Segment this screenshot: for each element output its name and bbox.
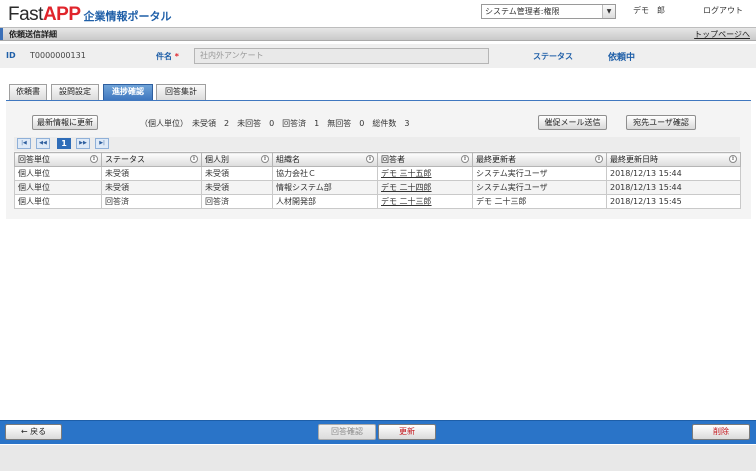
update-button[interactable]: 更新: [378, 424, 436, 440]
column-header[interactable]: 回答単位 ⇕: [14, 152, 102, 167]
column-header-label: 回答単位: [18, 155, 50, 164]
column-header-label: 最終更新日時: [610, 155, 658, 164]
column-header[interactable]: 組織名 ⇕: [272, 152, 378, 167]
pager-bar: [14, 137, 740, 151]
table-cell: 協力会社Ｃ: [272, 166, 378, 181]
id-value: T0000000131: [30, 51, 86, 60]
recipient-confirm-button[interactable]: 宛先ユーザ確認: [626, 115, 696, 130]
column-header[interactable]: ステータス ⇕: [101, 152, 202, 167]
column-header-label: 組織名: [276, 155, 300, 164]
tab-progress[interactable]: 進捗確認: [103, 84, 153, 100]
table-header-row: 回答単位 ⇕ ステータス ⇕ 個人別 ⇕ 組織名 ⇕ 回答者 ⇕ 最終更新者 ⇕ 最終更新日…: [14, 152, 741, 167]
logout-link[interactable]: ログアウト: [703, 5, 743, 16]
sort-icon[interactable]: ⇕: [729, 155, 737, 163]
logo-subtitle: 企業情報ポータル: [83, 10, 172, 23]
tab-aggregation[interactable]: 回答集計: [156, 84, 206, 100]
logo-fast-text: Fast: [8, 4, 43, 25]
sort-icon[interactable]: ⇕: [366, 155, 374, 163]
table-cell: 人材開発部: [272, 194, 378, 209]
table-cell: 未受領: [201, 166, 273, 181]
sort-icon[interactable]: ⇕: [461, 155, 469, 163]
chevron-down-icon[interactable]: ▼: [602, 5, 615, 18]
first-page-icon[interactable]: |◀: [17, 138, 31, 149]
column-header[interactable]: 最終更新者 ⇕: [472, 152, 607, 167]
next-page-icon[interactable]: ▶▶: [76, 138, 90, 149]
page-number-current[interactable]: 1: [57, 138, 71, 149]
table-cell: 情報システム部: [272, 180, 378, 195]
table-cell: 未受領: [201, 180, 273, 195]
sort-icon[interactable]: ⇕: [595, 155, 603, 163]
app-logo: Fast APP 企業情報ポータル: [8, 4, 172, 28]
answer-confirm-button[interactable]: 回答確認: [318, 424, 376, 440]
bottom-area: [0, 445, 756, 471]
sort-icon[interactable]: ⇕: [190, 155, 198, 163]
column-header-label: 最終更新者: [476, 155, 516, 164]
tab-question-settings[interactable]: 設問設定: [51, 84, 99, 100]
respondent-link[interactable]: デモ 三十五郎: [377, 166, 473, 181]
subject-input: 社内外アンケート: [194, 48, 489, 64]
table-cell: 2018/12/13 15:44: [606, 166, 741, 181]
column-header-label: 回答者: [381, 155, 405, 164]
sort-icon[interactable]: ⇕: [261, 155, 269, 163]
table-cell: 個人単位: [14, 166, 102, 181]
progress-summary: （個人単位） 未受領 2 未回答 0 回答済 1 無回答 0 総件数 3: [140, 119, 410, 128]
column-header[interactable]: 個人別 ⇕: [201, 152, 273, 167]
respondent-link[interactable]: デモ 二十三郎: [377, 194, 473, 209]
tab-request[interactable]: 依頼書: [9, 84, 47, 100]
respondent-link[interactable]: デモ 二十四郎: [377, 180, 473, 195]
title-bar: 依頼送信詳細 トップページへ: [0, 27, 756, 41]
table-cell: 回答済: [201, 194, 273, 209]
prev-page-icon[interactable]: ◀◀: [36, 138, 50, 149]
table-cell: 未受領: [101, 180, 202, 195]
status-label: ステータス: [533, 52, 573, 61]
logo-app-text: APP: [42, 4, 81, 25]
info-row: ID T0000000131 件名 * 社内外アンケート ステータス 依頼中: [0, 44, 756, 68]
column-header-label: ステータス: [105, 155, 145, 164]
last-page-icon[interactable]: ▶|: [95, 138, 109, 149]
column-header[interactable]: 最終更新日時 ⇕: [606, 152, 741, 167]
table-cell: デモ 二十三郎: [472, 194, 607, 209]
table-row: 個人単位 未受領 未受領 協力会社Ｃ デモ 三十五郎 システム実行ユーザ 201…: [14, 166, 741, 181]
table-cell: 個人単位: [14, 180, 102, 195]
table-cell: 2018/12/13 15:45: [606, 194, 741, 209]
table-cell: 2018/12/13 15:44: [606, 180, 741, 195]
table-row: 個人単位 未受領 未受領 情報システム部 デモ 二十四郎 システム実行ユーザ 2…: [14, 180, 741, 195]
table-cell: 未受領: [101, 166, 202, 181]
top-page-link[interactable]: トップページへ: [694, 29, 750, 40]
required-mark: *: [174, 52, 179, 61]
column-header-label: 個人別: [205, 155, 229, 164]
name-label: 件名 *: [156, 51, 179, 62]
title-accent: [0, 28, 3, 40]
table-cell: 回答済: [101, 194, 202, 209]
name-label-text: 件名: [156, 52, 172, 61]
delete-button[interactable]: 削除: [692, 424, 750, 440]
reminder-mail-button[interactable]: 催促メール送信: [538, 115, 607, 130]
table-cell: システム実行ユーザ: [472, 180, 607, 195]
role-select-value: システム管理者:権限: [485, 7, 560, 16]
column-header[interactable]: 回答者 ⇕: [377, 152, 473, 167]
page-title: 依頼送信詳細: [9, 30, 57, 39]
role-select[interactable]: システム管理者:権限 ▼: [481, 4, 616, 19]
user-name: デモ 郎: [633, 6, 665, 15]
table-row: 個人単位 回答済 回答済 人材開発部 デモ 二十三郎 デモ 二十三郎 2018/…: [14, 194, 741, 209]
refresh-button[interactable]: 最新情報に更新: [32, 115, 98, 130]
table-cell: 個人単位: [14, 194, 102, 209]
id-label: ID: [6, 51, 16, 60]
sort-icon[interactable]: ⇕: [90, 155, 98, 163]
progress-table: 回答単位 ⇕ ステータス ⇕ 個人別 ⇕ 組織名 ⇕ 回答者 ⇕ 最終更新者 ⇕ 最終更新日…: [14, 152, 741, 209]
status-value: 依頼中: [608, 53, 636, 63]
table-cell: システム実行ユーザ: [472, 166, 607, 181]
back-button[interactable]: ← 戻る: [5, 424, 62, 440]
